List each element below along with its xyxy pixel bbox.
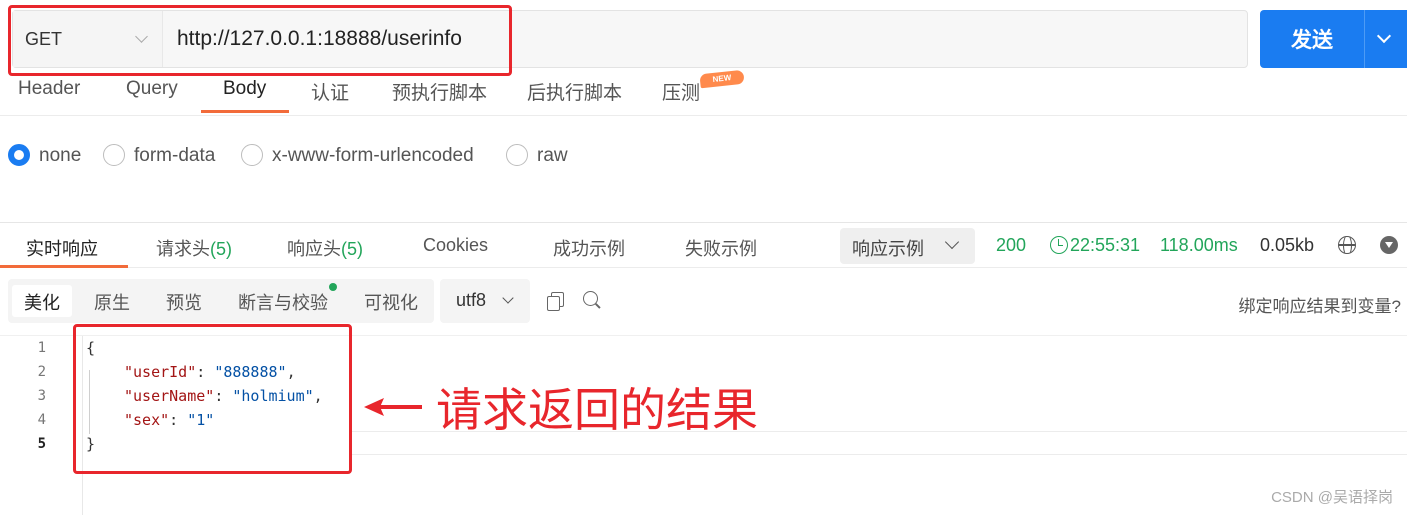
request-tabs: Header Query Body 认证 预执行脚本 后执行脚本 压测 NEW (0, 69, 1407, 116)
tab-request-headers[interactable]: 请求头(5) (156, 235, 232, 261)
chevron-down-icon (135, 30, 148, 43)
line-number: 2 (37, 364, 46, 380)
tab-live-response[interactable]: 实时响应 (26, 235, 98, 261)
watermark: CSDN @吴语择岗 (1271, 489, 1393, 506)
radio-form-data[interactable] (103, 144, 125, 166)
response-tabs: 实时响应 请求头(5) 响应头(5) Cookies 成功示例 失败示例 响应示… (0, 222, 1407, 268)
method-label: GET (25, 28, 63, 49)
code-line: "userName": "holmium", (124, 387, 323, 405)
chevron-down-icon (1376, 28, 1392, 44)
code-line: "userId": "888888", (124, 363, 296, 381)
active-tab-indicator (201, 110, 289, 113)
tab-query[interactable]: Query (126, 78, 178, 114)
tab-pre-script[interactable]: 预执行脚本 (392, 78, 487, 114)
status-code: 200 (996, 235, 1027, 255)
download-icon[interactable] (1380, 236, 1398, 254)
line-number: 4 (37, 412, 46, 428)
assertion-indicator-dot (329, 283, 337, 291)
view-raw[interactable]: 原生 (82, 285, 142, 317)
annotation-text: 请求返回的结果 (436, 383, 758, 437)
tab-fail-example[interactable]: 失败示例 (685, 235, 757, 261)
code-line: { (86, 339, 96, 357)
example-select[interactable]: 响应示例 (840, 228, 975, 264)
radio-label-form-data: form-data (134, 145, 216, 166)
code-line: } (86, 435, 96, 453)
tab-post-script[interactable]: 后执行脚本 (527, 78, 622, 114)
clock-icon (1050, 236, 1068, 254)
view-mode-bar: 美化 原生 预览 断言与校验 可视化 (8, 279, 434, 323)
line-number: 5 (37, 436, 46, 452)
tab-cookies[interactable]: Cookies (423, 235, 488, 256)
method-select[interactable]: GET (13, 11, 163, 67)
chevron-down-icon (944, 234, 960, 250)
view-assertions[interactable]: 断言与校验 (226, 285, 340, 317)
tab-auth[interactable]: 认证 (311, 78, 349, 114)
send-button[interactable]: 发送 (1260, 10, 1364, 68)
line-number: 1 (37, 340, 46, 356)
line-number: 3 (37, 388, 46, 404)
radio-raw[interactable] (506, 144, 528, 166)
active-tab-indicator (0, 265, 128, 268)
gutter-divider (82, 336, 83, 515)
globe-icon[interactable] (1338, 236, 1356, 254)
indent-guide (89, 370, 90, 434)
divider (350, 454, 1407, 455)
send-dropdown-button[interactable] (1364, 10, 1407, 68)
radio-none[interactable] (8, 144, 30, 166)
tab-success-example[interactable]: 成功示例 (553, 235, 625, 261)
radio-label-urlencoded: x-www-form-urlencoded (272, 145, 474, 166)
request-bar: GET 发送 (0, 8, 1407, 70)
view-beautify[interactable]: 美化 (12, 285, 72, 317)
code-line: "sex": "1" (124, 411, 215, 429)
new-badge: NEW (699, 69, 745, 89)
tab-body[interactable]: Body (223, 78, 266, 114)
tab-header[interactable]: Header (18, 78, 80, 114)
arrow-left-icon (364, 398, 422, 416)
url-box: GET (12, 10, 1248, 68)
view-visualize[interactable]: 可视化 (352, 285, 430, 317)
url-input[interactable] (163, 11, 1247, 67)
body-type-radios: none form-data x-www-form-urlencoded raw (0, 140, 700, 174)
view-preview[interactable]: 预览 (154, 285, 214, 317)
radio-label-none: none (39, 145, 82, 166)
response-duration: 118.00ms (1160, 235, 1238, 255)
tab-response-headers[interactable]: 响应头(5) (287, 235, 363, 261)
response-size: 0.05kb (1260, 235, 1315, 255)
radio-urlencoded[interactable] (241, 144, 263, 166)
bind-variable-link[interactable]: 绑定响应结果到变量? (1239, 292, 1401, 317)
search-icon[interactable] (583, 291, 601, 309)
tab-load-test[interactable]: 压测 (662, 78, 700, 114)
encoding-select[interactable]: utf8 (440, 279, 530, 323)
response-time: 22:55:31 (1070, 235, 1141, 255)
copy-icon[interactable] (547, 292, 564, 311)
chevron-down-icon (502, 292, 514, 304)
radio-label-raw: raw (537, 145, 568, 166)
